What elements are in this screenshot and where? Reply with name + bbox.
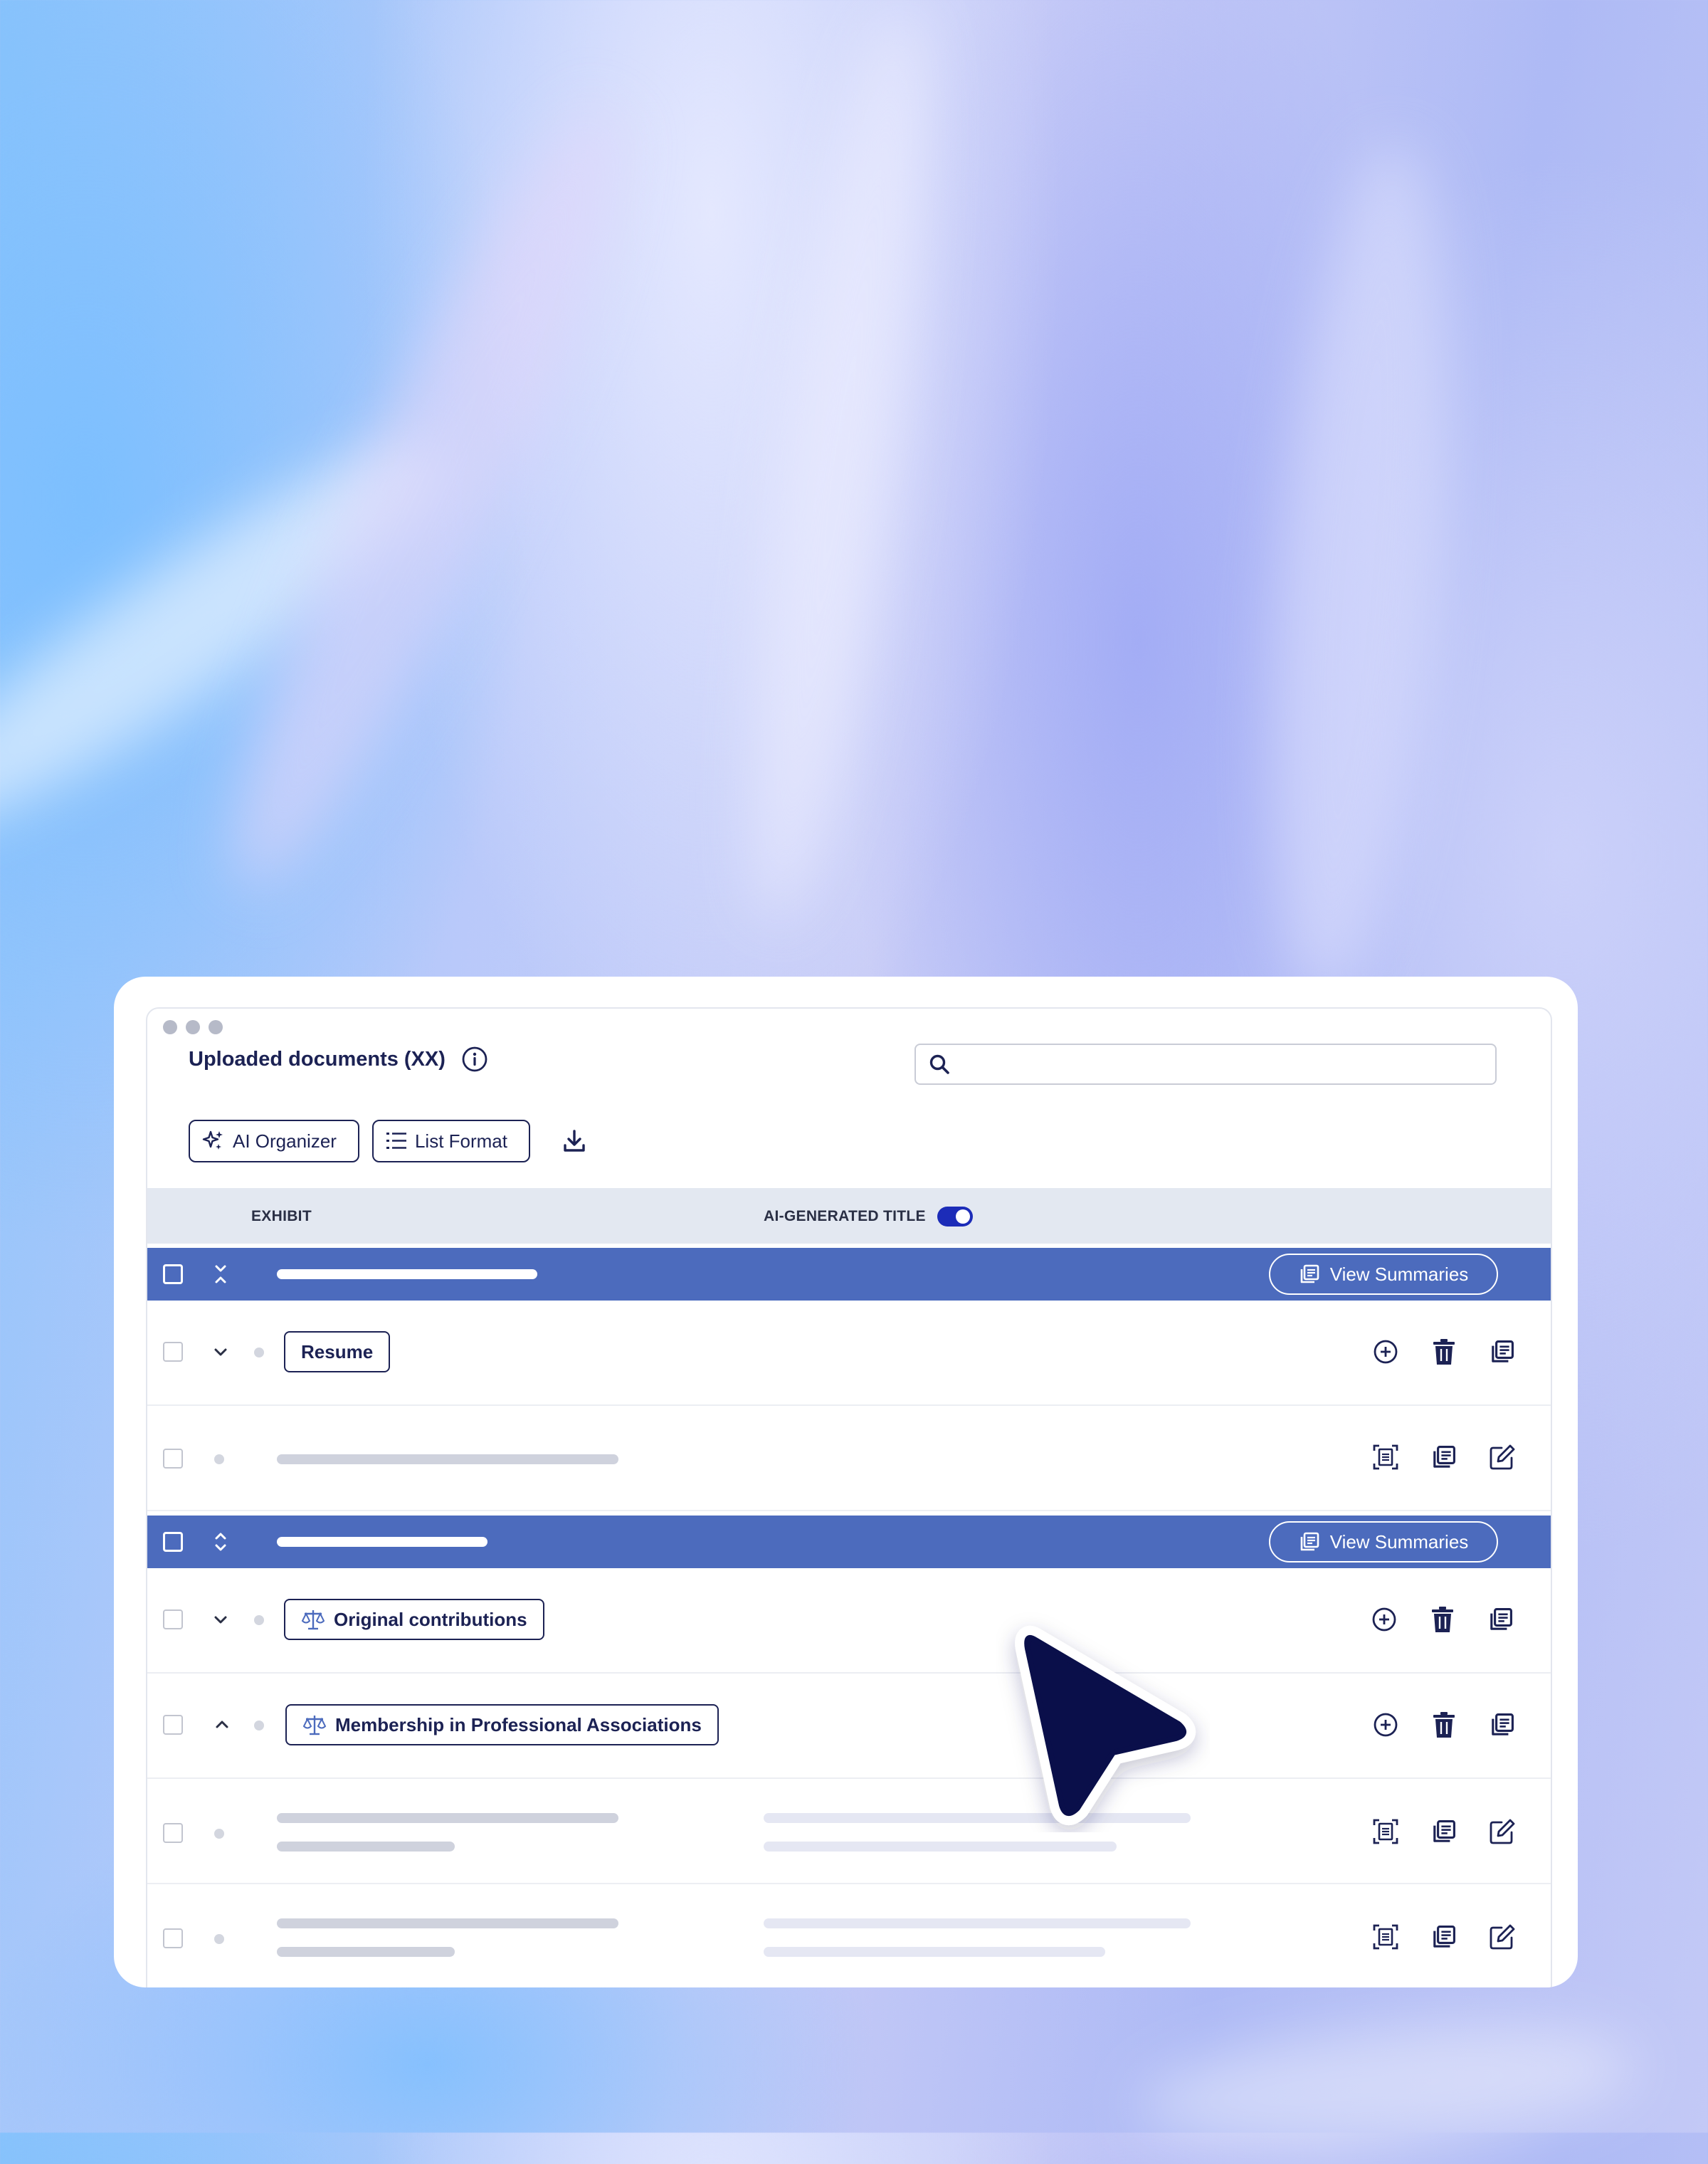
app-window: Uploaded documents (XX) AI Organizer Lis…	[146, 1007, 1552, 1987]
column-header-ai-title-label: AI-GENERATED TITLE	[764, 1208, 926, 1224]
edit-icon[interactable]	[1487, 1921, 1518, 1953]
search-box[interactable]	[914, 1044, 1497, 1085]
window-controls	[163, 1020, 223, 1034]
summary-icon	[1300, 1532, 1319, 1551]
status-dot	[254, 1615, 264, 1625]
scales-icon	[302, 1716, 327, 1735]
group-row[interactable]: View Summaries	[147, 1516, 1551, 1568]
numbered-list-icon	[386, 1133, 406, 1149]
toolbar: AI Organizer List Format	[189, 1120, 587, 1162]
trash-icon[interactable]	[1427, 1604, 1458, 1635]
table-header: EXHIBIT AI-GENERATED TITLE	[147, 1188, 1551, 1244]
view-summaries-button[interactable]: View Summaries	[1269, 1521, 1498, 1562]
summary-icon	[1300, 1264, 1319, 1283]
trash-icon[interactable]	[1428, 1336, 1460, 1367]
table-row[interactable]	[147, 1777, 1551, 1884]
column-header-ai-title: AI-GENERATED TITLE	[764, 1207, 973, 1227]
table-row[interactable]: Original contributions	[147, 1568, 1551, 1674]
group-checkbox[interactable]	[163, 1264, 183, 1284]
view-summaries-button[interactable]: View Summaries	[1269, 1254, 1498, 1295]
scan-icon[interactable]	[1370, 1921, 1401, 1953]
ai-subtitle-placeholder	[764, 1842, 1117, 1852]
summary-icon[interactable]	[1487, 1336, 1518, 1367]
expand-icon[interactable]	[210, 1531, 231, 1553]
scales-icon	[301, 1610, 325, 1630]
table-row[interactable]: Resume	[147, 1301, 1551, 1406]
list-format-label: List Format	[414, 1130, 507, 1152]
column-header-exhibit: EXHIBIT	[251, 1208, 312, 1224]
ai-organizer-label: AI Organizer	[233, 1130, 337, 1152]
chevron-up-icon[interactable]	[211, 1713, 233, 1735]
group-title-placeholder	[277, 1537, 487, 1547]
header: Uploaded documents (XX)	[189, 1046, 488, 1073]
status-dot	[254, 1721, 264, 1730]
row-checkbox[interactable]	[163, 1715, 183, 1735]
status-dot	[214, 1829, 224, 1839]
exhibit-tag-membership[interactable]: Membership in Professional Associations	[285, 1704, 719, 1745]
ai-title-placeholder	[764, 1918, 1191, 1928]
page-title: Uploaded documents (XX)	[189, 1047, 446, 1071]
scan-icon[interactable]	[1370, 1816, 1401, 1847]
mouse-cursor-icon	[1015, 1626, 1196, 1825]
chevron-down-icon[interactable]	[210, 1609, 231, 1631]
summary-icon[interactable]	[1428, 1441, 1460, 1473]
trash-icon[interactable]	[1428, 1709, 1460, 1740]
row-checkbox[interactable]	[163, 1609, 183, 1629]
ai-subtitle-placeholder	[764, 1947, 1105, 1957]
group-checkbox[interactable]	[163, 1532, 183, 1552]
exhibit-tag-label: Original contributions	[334, 1608, 527, 1630]
status-dot	[214, 1934, 224, 1944]
scan-icon[interactable]	[1370, 1441, 1401, 1473]
add-icon[interactable]	[1370, 1709, 1401, 1740]
window-dot[interactable]	[186, 1020, 200, 1034]
summary-icon[interactable]	[1428, 1921, 1460, 1953]
row-checkbox[interactable]	[163, 1449, 183, 1469]
documents-card: Uploaded documents (XX) AI Organizer Lis…	[114, 977, 1578, 1987]
window-dot[interactable]	[209, 1020, 223, 1034]
row-checkbox[interactable]	[163, 1342, 183, 1362]
row-checkbox[interactable]	[163, 1823, 183, 1843]
table-row[interactable]: Membership in Professional Associations	[147, 1672, 1551, 1779]
group-title-placeholder	[277, 1269, 537, 1279]
status-dot	[254, 1348, 264, 1357]
document-subtitle-placeholder	[277, 1947, 455, 1957]
document-title-placeholder	[277, 1813, 618, 1823]
search-input[interactable]	[959, 1044, 1495, 1084]
sparkle-icon	[202, 1130, 223, 1150]
ai-organizer-button[interactable]: AI Organizer	[189, 1120, 359, 1162]
add-icon[interactable]	[1370, 1336, 1401, 1367]
info-icon[interactable]	[461, 1046, 488, 1073]
summary-icon[interactable]	[1487, 1709, 1518, 1740]
view-summaries-label: View Summaries	[1329, 1530, 1469, 1553]
document-title-placeholder	[277, 1454, 618, 1464]
view-summaries-label: View Summaries	[1329, 1263, 1469, 1285]
list-format-button[interactable]: List Format	[371, 1120, 530, 1162]
collapse-icon[interactable]	[210, 1264, 231, 1285]
row-checkbox[interactable]	[163, 1928, 183, 1948]
summary-icon[interactable]	[1428, 1816, 1460, 1847]
ai-title-toggle[interactable]	[937, 1207, 973, 1227]
exhibit-tag-original-contributions[interactable]: Original contributions	[284, 1599, 544, 1640]
exhibit-tag-label: Resume	[301, 1340, 374, 1362]
chevron-down-icon[interactable]	[210, 1342, 231, 1363]
edit-icon[interactable]	[1487, 1816, 1518, 1847]
window-dot[interactable]	[163, 1020, 177, 1034]
search-icon	[929, 1054, 949, 1074]
table-row[interactable]	[147, 1404, 1551, 1511]
group-row[interactable]: View Summaries	[147, 1248, 1551, 1301]
exhibit-tag-label: Membership in Professional Associations	[335, 1713, 702, 1735]
download-icon[interactable]	[562, 1128, 587, 1154]
table-row[interactable]	[147, 1883, 1551, 1987]
edit-icon[interactable]	[1487, 1441, 1518, 1473]
status-dot	[214, 1454, 224, 1464]
document-subtitle-placeholder	[277, 1842, 455, 1852]
exhibit-tag-resume[interactable]: Resume	[284, 1331, 391, 1372]
document-title-placeholder	[277, 1918, 618, 1928]
summary-icon[interactable]	[1485, 1604, 1517, 1635]
add-icon[interactable]	[1369, 1604, 1400, 1635]
